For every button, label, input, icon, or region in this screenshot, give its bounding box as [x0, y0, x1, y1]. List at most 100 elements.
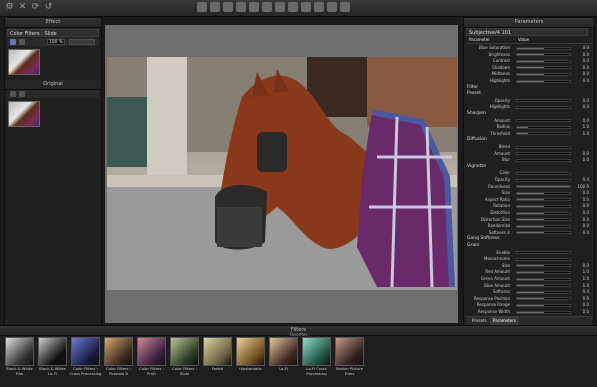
parameter-slider[interactable]	[516, 79, 571, 83]
parameter-slider[interactable]	[516, 145, 571, 149]
filter-thumbnail[interactable]	[203, 337, 232, 366]
parameter-slider[interactable]	[516, 46, 571, 50]
parameter-slider[interactable]	[516, 303, 571, 307]
refresh-icon[interactable]: ⟳	[30, 2, 41, 13]
parameter-slider[interactable]	[516, 297, 571, 301]
parameter-slider[interactable]	[516, 198, 571, 202]
parameter-slider[interactable]	[516, 72, 571, 76]
parameter-slider[interactable]	[516, 185, 571, 189]
gear-icon[interactable]: ⚙	[4, 2, 15, 13]
parameter-slider[interactable]	[516, 264, 571, 268]
grain-section-header[interactable]: Grain	[467, 243, 479, 248]
parameter-value[interactable]: 1.0	[571, 131, 589, 137]
parameter-slider[interactable]	[516, 125, 571, 129]
parameter-value[interactable]: 0.0	[571, 58, 589, 64]
parameter-value[interactable]: 0.0	[571, 296, 589, 302]
parameter-value[interactable]: 0.0	[571, 71, 589, 77]
filter-tile[interactable]: Color Filters : Print	[137, 337, 166, 375]
filter-thumbnail[interactable]	[71, 337, 100, 366]
eye-icon[interactable]	[10, 39, 16, 45]
parameter-slider[interactable]	[516, 224, 571, 228]
parameter-value[interactable]: 0.0	[571, 197, 589, 203]
effect-select[interactable]: Color Filters : Slide	[7, 29, 99, 37]
eye-icon[interactable]	[10, 91, 16, 97]
filter-tile[interactable]: Hipstamatic	[236, 337, 265, 373]
parameter-slider[interactable]	[516, 99, 571, 103]
filter-thumbnail[interactable]	[335, 337, 364, 366]
parameter-value[interactable]: 100.0	[571, 184, 589, 190]
crop-icon[interactable]	[288, 2, 298, 12]
filter-tile[interactable]: Black & White Lo-Fi	[38, 337, 67, 375]
parameter-slider[interactable]	[516, 191, 571, 195]
tab-parameters[interactable]: Parameters	[490, 317, 519, 325]
filter-thumbnail[interactable]	[170, 337, 199, 366]
parameter-slider[interactable]	[516, 218, 571, 222]
gang-softness-label[interactable]: Gang Softness	[467, 236, 500, 241]
parameter-value[interactable]: 1.0	[571, 269, 589, 275]
parameter-slider[interactable]	[516, 53, 571, 57]
zoom-field[interactable]: 100 %	[47, 39, 65, 45]
compare-icon[interactable]	[262, 2, 272, 12]
filter-tile[interactable]: Lo-Fi Cross Processing	[302, 337, 331, 375]
zoom-in-icon[interactable]	[197, 2, 207, 12]
parameter-value[interactable]: 0.0	[571, 177, 589, 183]
filter-section-header[interactable]: Filter	[467, 85, 478, 90]
parameter-slider[interactable]	[516, 211, 571, 215]
parameter-value[interactable]: 1.0	[571, 283, 589, 289]
parameter-value[interactable]: 0.0	[571, 45, 589, 51]
parameter-value[interactable]: 0.0	[571, 157, 589, 163]
parameter-slider[interactable]	[516, 251, 571, 255]
parameter-value[interactable]: 0.0	[571, 302, 589, 308]
parameter-value[interactable]: 0.0	[571, 203, 589, 209]
grid-icon[interactable]	[327, 2, 337, 12]
filter-thumbnail[interactable]	[104, 337, 133, 366]
parameter-value[interactable]: 0.0	[571, 65, 589, 71]
filter-tile[interactable]: Motion Picture Films	[335, 337, 364, 375]
filter-tile[interactable]: Lo-Fi	[269, 337, 298, 373]
parameter-slider[interactable]	[516, 66, 571, 70]
parameter-value[interactable]: 0.0	[571, 118, 589, 124]
filter-thumbnail[interactable]	[269, 337, 298, 366]
parameter-slider[interactable]	[516, 59, 571, 63]
vignette-section-header[interactable]: Vignette	[467, 164, 486, 169]
copy-icon[interactable]	[19, 91, 25, 97]
reset-icon[interactable]: ↺	[43, 2, 54, 13]
preset-label[interactable]: Preset	[467, 91, 481, 96]
split-view-icon[interactable]	[275, 2, 285, 12]
parameter-slider[interactable]	[516, 158, 571, 162]
filter-tile[interactable]: Color Filters : Slide	[170, 337, 199, 375]
parameter-value[interactable]: 0.0	[571, 104, 589, 110]
filter-thumbnail[interactable]	[302, 337, 331, 366]
effect-thumbnail[interactable]	[8, 49, 40, 75]
zoom-select[interactable]	[69, 39, 95, 45]
parameter-value[interactable]: 0.0	[571, 210, 589, 216]
parameter-value[interactable]: 0.0	[571, 98, 589, 104]
parameter-value[interactable]: 0.0	[571, 263, 589, 269]
filter-thumbnail[interactable]	[5, 337, 34, 366]
parameter-slider[interactable]	[516, 257, 571, 261]
parameter-value[interactable]: 1.0	[571, 276, 589, 282]
filter-thumbnail[interactable]	[137, 337, 166, 366]
pan-icon[interactable]	[249, 2, 259, 12]
zoom-fit-icon[interactable]	[210, 2, 220, 12]
diffusion-section-header[interactable]: Diffusion	[467, 137, 487, 142]
parameter-value[interactable]: 0.0	[571, 223, 589, 229]
parameter-slider[interactable]	[516, 105, 571, 109]
filter-tile[interactable]: Faded	[203, 337, 232, 373]
zoom-search-icon[interactable]	[236, 2, 246, 12]
parameter-value[interactable]: 1.0	[571, 124, 589, 130]
parameter-value[interactable]: 0.0	[571, 230, 589, 236]
original-thumbnail[interactable]	[8, 101, 40, 127]
parameter-slider[interactable]	[516, 270, 571, 274]
parameter-slider[interactable]	[516, 290, 571, 294]
sharpen-section-header[interactable]: Sharpen	[467, 111, 486, 116]
tab-presets[interactable]: Presets	[472, 317, 487, 325]
parameter-value[interactable]: 0.0	[571, 52, 589, 58]
parameter-slider[interactable]	[516, 152, 571, 156]
parameter-slider[interactable]	[516, 178, 571, 182]
parameter-value[interactable]: 0.0	[571, 289, 589, 295]
parameter-slider[interactable]	[516, 310, 571, 314]
filter-thumbnail[interactable]	[236, 337, 265, 366]
parameter-slider[interactable]	[516, 277, 571, 281]
parameter-slider[interactable]	[516, 119, 571, 123]
